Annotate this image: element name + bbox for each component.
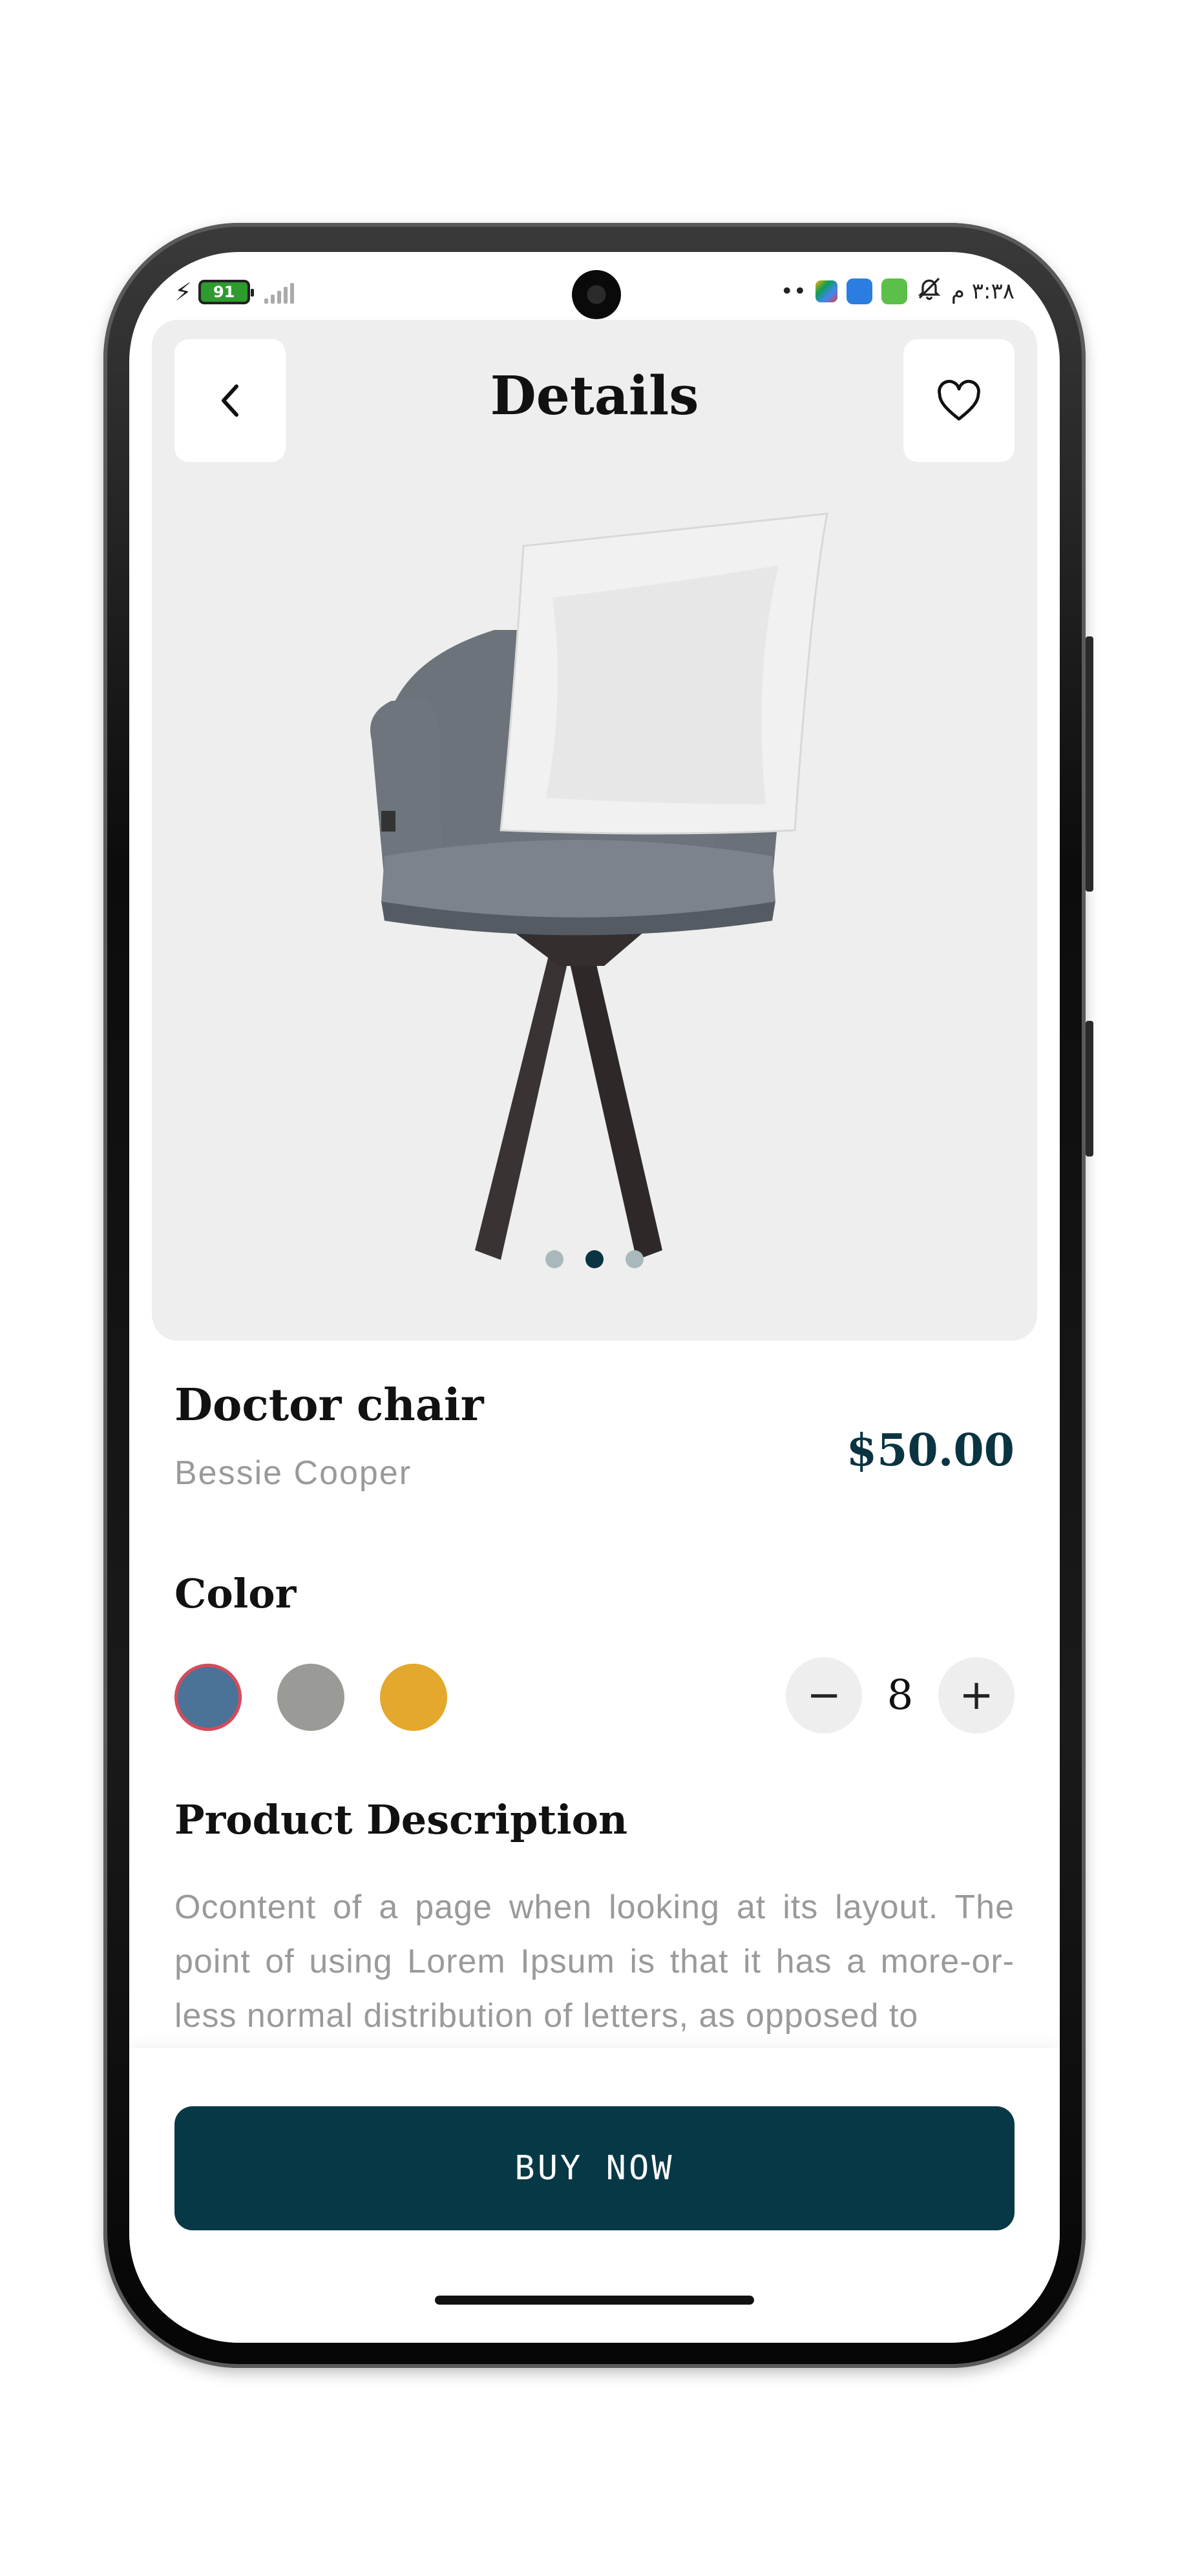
color-swatch-blue[interactable] xyxy=(174,1664,242,1731)
color-swatch-gray[interactable] xyxy=(277,1664,344,1731)
quantity-value: 8 xyxy=(887,1671,914,1719)
description-title: Product Description xyxy=(174,1796,628,1843)
mute-bell-icon xyxy=(916,275,942,307)
product-hero: Details xyxy=(152,320,1037,1341)
clock: ٣:٣٨ م xyxy=(951,278,1015,304)
battery-level: 91 xyxy=(213,283,235,301)
android-app-icon xyxy=(881,278,907,304)
buy-now-button[interactable]: BUY NOW xyxy=(174,2106,1015,2230)
puzzle-app-icon xyxy=(815,280,837,302)
screen: ⚡ 91 •• ٣:٣٨ م Details Doctor chair Bess… xyxy=(129,252,1060,2343)
signal-icon xyxy=(264,280,294,304)
status-bar: ⚡ 91 •• ٣:٣٨ م xyxy=(129,252,1060,323)
carousel-dot[interactable] xyxy=(545,1250,563,1268)
carousel-dot-active[interactable] xyxy=(585,1250,604,1268)
carousel-indicator xyxy=(152,1250,1037,1268)
color-section-label: Color xyxy=(174,1570,297,1617)
status-left: ⚡ 91 xyxy=(174,278,294,306)
charging-icon: ⚡ xyxy=(174,278,192,306)
product-name: Doctor chair xyxy=(174,1379,484,1431)
heart-icon xyxy=(938,379,980,421)
carousel-dot[interactable] xyxy=(626,1250,644,1268)
quantity-stepper: − 8 + xyxy=(786,1657,1015,1733)
overflow-dots: •• xyxy=(780,278,806,304)
increase-quantity-button[interactable]: + xyxy=(938,1657,1015,1733)
power-button xyxy=(1086,636,1093,892)
volume-button xyxy=(1086,1021,1093,1157)
front-camera xyxy=(572,270,621,319)
decrease-quantity-button[interactable]: − xyxy=(786,1657,862,1733)
color-swatch-yellow[interactable] xyxy=(380,1664,447,1731)
sync-app-icon xyxy=(846,278,872,304)
favorite-button[interactable] xyxy=(903,339,1015,462)
product-price: $50.00 xyxy=(846,1425,1015,1476)
description-text: Ocontent of a page when looking at its l… xyxy=(174,1889,1015,2035)
status-right: •• ٣:٣٨ م xyxy=(781,275,1015,307)
color-options xyxy=(174,1664,447,1731)
home-indicator[interactable] xyxy=(435,2296,754,2305)
product-image xyxy=(370,512,828,1260)
seller-name: Bessie Cooper xyxy=(174,1454,412,1492)
battery-icon: 91 xyxy=(198,280,254,304)
